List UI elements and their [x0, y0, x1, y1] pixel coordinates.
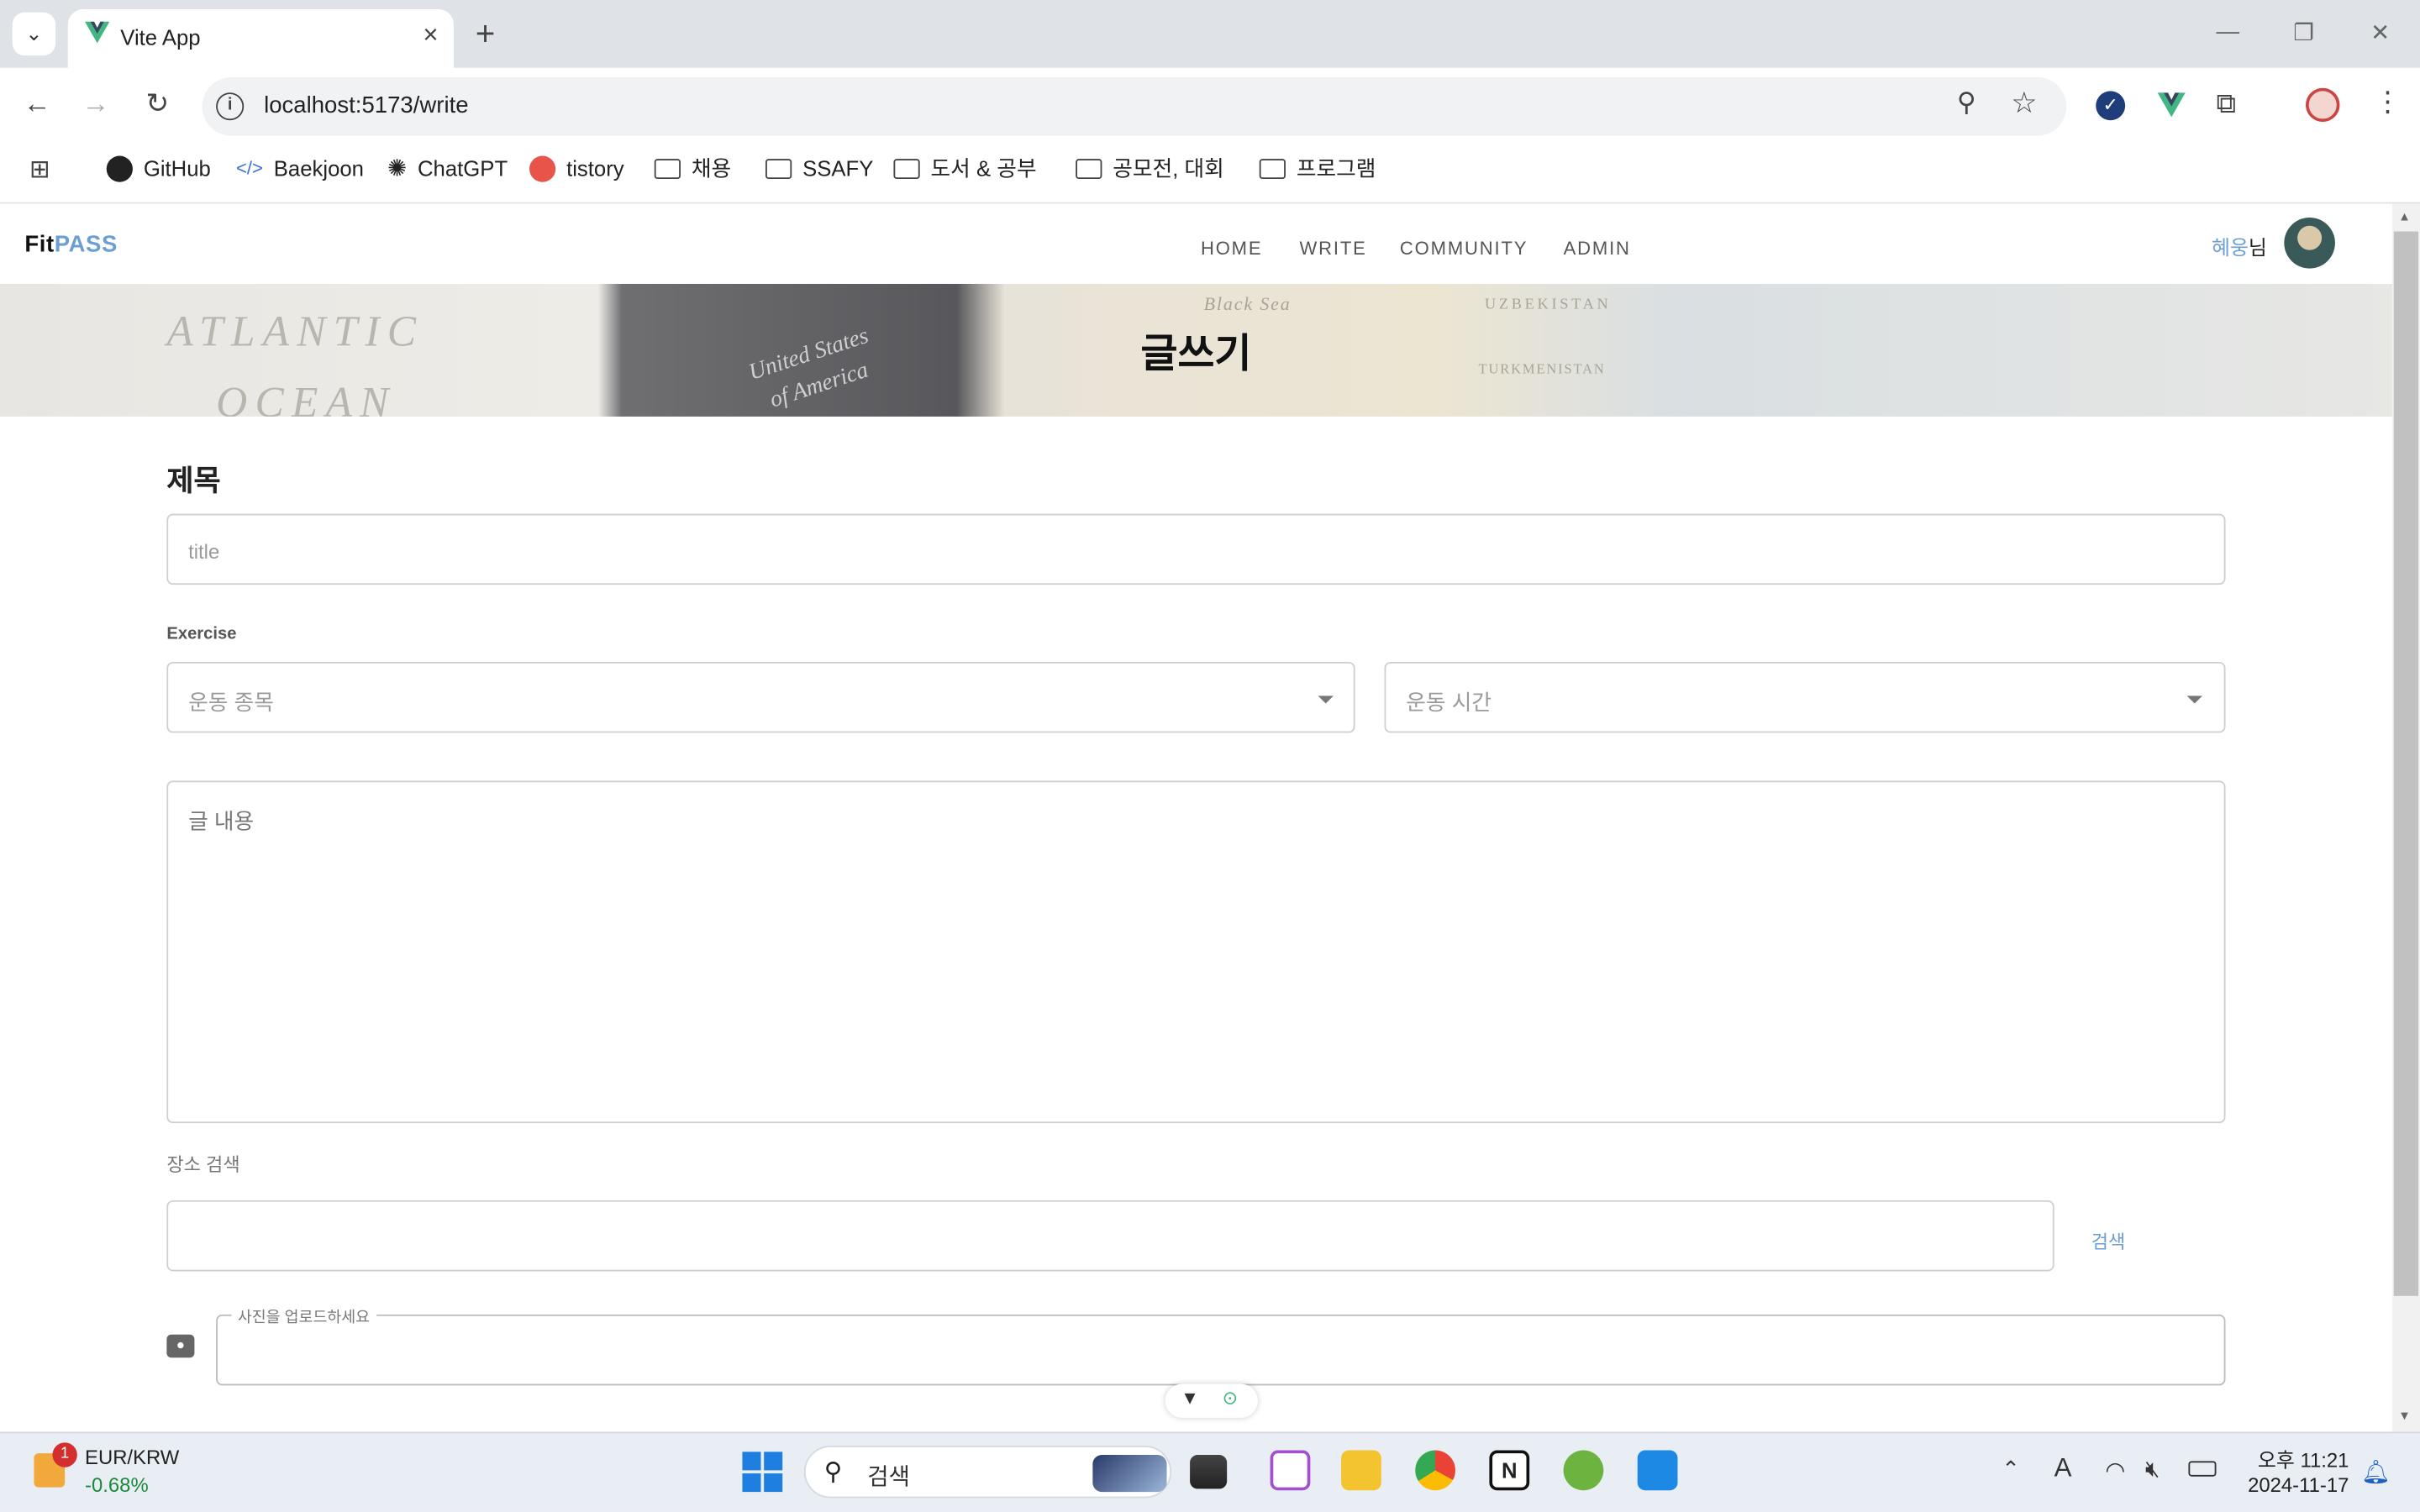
spring-tool-icon[interactable]	[1563, 1450, 1604, 1491]
folder-icon	[765, 158, 792, 179]
bookmark-tistory[interactable]: tistory	[529, 155, 624, 182]
search-icon: ⚲	[823, 1459, 843, 1486]
bookmark-baekjoon[interactable]: </> Baekjoon	[236, 155, 364, 182]
bookmark-folder-jobs[interactable]: 채용	[654, 155, 731, 182]
nav-write[interactable]: WRITE	[1300, 238, 1367, 260]
file-explorer-icon[interactable]	[1341, 1450, 1381, 1491]
battery-icon[interactable]	[2188, 1461, 2217, 1477]
vscode-icon[interactable]	[1637, 1450, 1678, 1491]
chevron-down-icon	[1318, 696, 1334, 704]
zoom-icon[interactable]: ⚲	[1957, 88, 1976, 119]
title-input[interactable]: title	[166, 513, 2226, 585]
nav-community[interactable]: COMMUNITY	[1400, 238, 1528, 260]
exercise-label: Exercise	[166, 624, 237, 643]
search-highlight-image	[1092, 1455, 1167, 1493]
scrollbar-thumb[interactable]	[2393, 231, 2419, 1296]
browser-tab[interactable]: Vite App ×	[67, 9, 454, 68]
user-avatar[interactable]	[2284, 217, 2335, 269]
reload-icon[interactable]: ↻	[139, 88, 176, 121]
notification-badge: 1	[52, 1442, 77, 1467]
target-icon: ⊙	[1222, 1387, 1239, 1409]
tray-chevron-up-icon[interactable]: ⌃	[2002, 1457, 2020, 1483]
tab-title: Vite App	[120, 24, 201, 50]
bookmark-folder-programs[interactable]: 프로그램	[1259, 155, 1376, 182]
extension-check-icon[interactable]: ✓	[2096, 91, 2126, 121]
vue-devtools-icon[interactable]	[2156, 91, 2187, 126]
profile-avatar-icon[interactable]	[2306, 87, 2340, 123]
nav-home[interactable]: HOME	[1201, 238, 1262, 260]
address-bar[interactable]	[202, 76, 2067, 136]
exercise-type-select[interactable]: 운동 종목	[166, 661, 1355, 733]
camera-icon[interactable]	[166, 1334, 195, 1358]
extensions-puzzle-icon[interactable]: ⧉	[2217, 88, 2237, 121]
clock-date[interactable]: 2024-11-17	[2241, 1473, 2349, 1497]
tab-close-icon[interactable]: ×	[423, 20, 438, 51]
place-search-button[interactable]: 검색	[2091, 1228, 2126, 1254]
place-search-input[interactable]	[166, 1200, 2054, 1272]
notification-bell-icon[interactable]: 🔔︎	[2361, 1458, 2391, 1486]
vue-favicon-icon	[85, 20, 110, 53]
scroll-up-icon[interactable]: ▲	[2398, 210, 2411, 224]
page-title: 글쓰기	[1140, 330, 1252, 377]
taskbar-search-box[interactable]: ⚲ 검색	[803, 1445, 1172, 1499]
url-text[interactable]: localhost:5173/write	[264, 92, 469, 118]
place-search-label: 장소 검색	[166, 1153, 240, 1176]
new-tab-icon[interactable]: +	[476, 14, 496, 55]
wifi-icon[interactable]: ◠	[2105, 1457, 2125, 1484]
bookmark-star-icon[interactable]: ☆	[2011, 87, 2037, 122]
vue-logo-icon: ▼	[1181, 1387, 1199, 1409]
bookmark-folder-contest[interactable]: 공모전, 대회	[1076, 155, 1224, 182]
minimize-icon[interactable]: —	[2217, 18, 2240, 45]
bookmark-folder-books[interactable]: 도서 & 공부	[893, 155, 1037, 182]
window-close-icon[interactable]: ✕	[2370, 18, 2390, 46]
task-view-icon[interactable]	[1190, 1455, 1228, 1489]
snipping-tool-icon[interactable]	[1270, 1450, 1311, 1491]
restore-icon[interactable]: ❐	[2293, 18, 2314, 46]
folder-icon	[654, 158, 681, 179]
nav-admin[interactable]: ADMIN	[1564, 238, 1631, 260]
ticker-name[interactable]: EUR/KRW	[85, 1446, 179, 1469]
photo-upload-input[interactable]	[216, 1314, 2226, 1386]
volume-mute-icon[interactable]: 🔇︎	[2145, 1457, 2160, 1483]
chrome-taskbar-icon[interactable]	[1415, 1450, 1456, 1491]
forward-icon[interactable]: →	[77, 88, 114, 121]
content-textarea[interactable]: 글 내용	[166, 780, 2226, 1124]
bookmark-folder-ssafy[interactable]: SSAFY	[765, 155, 873, 182]
folder-icon	[1076, 158, 1102, 179]
apps-grid-icon[interactable]: ⊞	[29, 155, 50, 186]
notion-icon[interactable]: N	[1489, 1450, 1530, 1491]
title-label: 제목	[166, 465, 221, 499]
bookmark-chatgpt[interactable]: ✺ ChatGPT	[387, 155, 508, 182]
tab-search-button[interactable]: ⌄	[12, 12, 56, 56]
user-greeting[interactable]: 혜웅님	[2212, 232, 2267, 261]
tistory-icon	[529, 155, 556, 181]
back-icon[interactable]: ←	[18, 88, 55, 121]
exercise-time-select[interactable]: 운동 시간	[1384, 661, 2226, 733]
bookmark-github[interactable]: GitHub	[106, 155, 211, 182]
ticker-change: -0.68%	[85, 1473, 149, 1497]
vue-devtools-floating-button[interactable]: ▼ ⊙	[1165, 1383, 1258, 1418]
chrome-menu-icon[interactable]: ⋮	[2374, 87, 2402, 119]
windows-start-icon[interactable]	[742, 1452, 783, 1493]
photo-upload-label: 사진을 업로드하세요	[231, 1304, 376, 1327]
ime-icon[interactable]: A	[2054, 1453, 2072, 1484]
site-info-icon[interactable]: i	[216, 92, 245, 121]
github-icon	[106, 155, 133, 181]
openai-icon: ✺	[387, 155, 408, 182]
code-icon: </>	[236, 157, 263, 180]
folder-icon	[893, 158, 920, 179]
scroll-down-icon[interactable]: ▼	[2398, 1409, 2411, 1423]
chevron-down-icon	[2186, 696, 2202, 704]
clock-time[interactable]: 오후 11:21	[2241, 1444, 2349, 1473]
fitpass-logo[interactable]: FitPASS	[24, 232, 118, 258]
folder-icon	[1259, 158, 1286, 179]
